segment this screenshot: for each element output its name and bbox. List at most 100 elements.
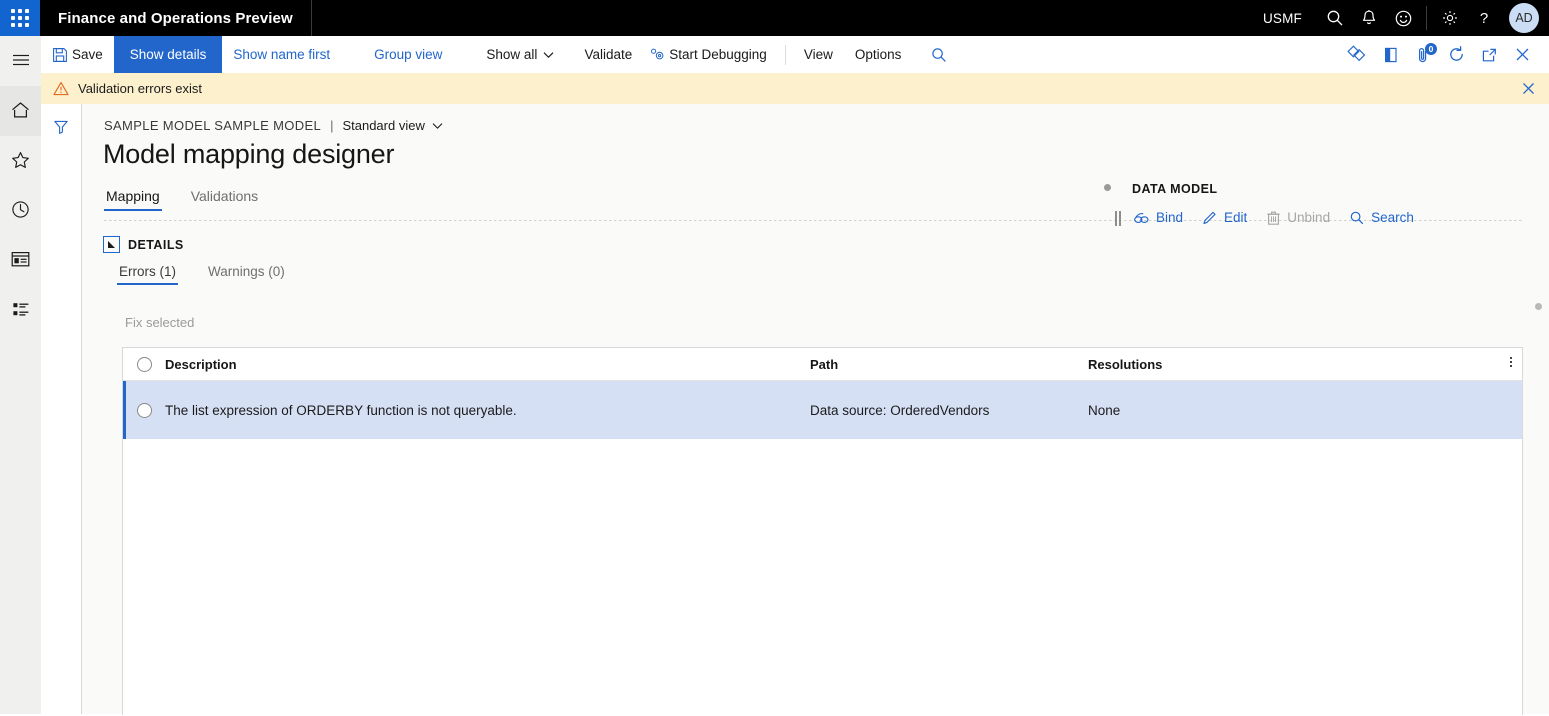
edit-pencil-icon — [1202, 210, 1218, 226]
subtab-errors-label: Errors (1) — [119, 264, 176, 279]
fix-selected-button[interactable]: Fix selected — [125, 315, 194, 330]
sidebar-item-modules[interactable] — [0, 286, 41, 336]
details-section-header[interactable]: DETAILS — [103, 236, 184, 253]
column-header-path[interactable]: Path — [810, 357, 1088, 372]
search-button[interactable]: Search — [1349, 210, 1414, 226]
sidebar-item-workspaces[interactable] — [0, 236, 41, 286]
topnav-icon-divider — [1426, 6, 1427, 30]
help-question-icon[interactable]: ? — [1467, 0, 1501, 36]
cell-description: The list expression of ORDERBY function … — [165, 402, 517, 418]
show-name-first-label: Show name first — [233, 46, 331, 62]
message-bar-text: Validation errors exist — [78, 81, 203, 96]
topnav-right-group: USMF ? AD — [1263, 0, 1549, 36]
sidebar-item-favorites[interactable] — [0, 136, 41, 186]
action-pane-right-icons: 0 — [1341, 36, 1549, 73]
modules-list-icon — [11, 300, 31, 322]
sidebar-item-recent[interactable] — [0, 186, 41, 236]
unbind-trash-icon — [1266, 210, 1281, 226]
validate-button[interactable]: Validate — [573, 36, 643, 73]
options-label: Options — [854, 46, 902, 62]
bind-button[interactable]: Bind — [1133, 211, 1183, 225]
radio-icon — [136, 402, 152, 418]
message-bar-close-icon[interactable] — [1520, 80, 1549, 97]
filter-pane-strip — [41, 104, 82, 714]
breadcrumb-model-name: SAMPLE MODEL SAMPLE MODEL — [104, 118, 322, 133]
show-details-tab[interactable]: Show details — [113, 36, 223, 73]
toolbar-gripper-handle[interactable] — [1115, 210, 1121, 226]
grid-empty-area — [123, 439, 1522, 716]
subtab-warnings-label: Warnings (0) — [208, 264, 285, 279]
grid-options-kebab-icon[interactable] — [1510, 357, 1512, 367]
content-area: SAMPLE MODEL SAMPLE MODEL | Standard vie… — [82, 104, 1549, 716]
options-menu-button[interactable]: Options — [844, 36, 913, 73]
close-page-icon[interactable] — [1506, 36, 1539, 73]
unbind-button-label: Unbind — [1287, 210, 1331, 226]
save-disk-icon — [52, 47, 68, 63]
action-pane-search-icon[interactable] — [922, 36, 955, 73]
filter-funnel-icon[interactable] — [41, 109, 81, 145]
unbind-button: Unbind — [1266, 210, 1330, 226]
personalize-diamond-icon[interactable] — [1341, 36, 1374, 73]
view-label: View — [803, 46, 833, 62]
app-launcher-waffle-icon[interactable] — [0, 0, 40, 36]
refresh-icon[interactable] — [1440, 36, 1473, 73]
edit-button-label: Edit — [1224, 210, 1248, 226]
show-name-first-tab[interactable]: Show name first — [222, 36, 341, 73]
search-button-label: Search — [1371, 210, 1414, 226]
subtab-warnings[interactable]: Warnings (0) — [206, 264, 287, 285]
view-selector-label[interactable]: Standard view — [342, 118, 424, 133]
panel-resize-dot[interactable] — [1104, 184, 1111, 191]
column-header-resolutions[interactable]: Resolutions — [1088, 357, 1522, 372]
app-title: Finance and Operations Preview — [58, 9, 293, 27]
warning-triangle-icon — [53, 81, 69, 96]
open-in-new-window-icon[interactable] — [1473, 36, 1506, 73]
user-avatar[interactable]: AD — [1509, 3, 1539, 33]
row-select-radio[interactable] — [123, 402, 165, 418]
search-icon[interactable] — [1318, 0, 1352, 36]
panel-resize-dot-right[interactable] — [1535, 303, 1542, 310]
action-pane-divider — [784, 44, 786, 65]
column-header-description[interactable]: Description — [165, 357, 810, 372]
data-model-title: DATA MODEL — [1132, 182, 1218, 196]
action-pane: Save Show details Show name first Group … — [41, 36, 1549, 74]
app-window: Finance and Operations Preview USMF ? AD — [0, 0, 1549, 716]
details-expander-icon[interactable] — [103, 236, 120, 253]
notifications-bell-icon[interactable] — [1352, 0, 1386, 36]
page-tabs: Mapping Validations — [104, 188, 287, 211]
workspaces-icon — [10, 250, 31, 272]
settings-gear-icon[interactable] — [1433, 0, 1467, 36]
tab-mapping[interactable]: Mapping — [104, 188, 162, 211]
bind-button-label: Bind — [1156, 210, 1184, 226]
subtab-errors[interactable]: Errors (1) — [117, 264, 178, 285]
attachments-icon[interactable]: 0 — [1407, 36, 1440, 73]
cell-resolutions: None — [1088, 402, 1121, 418]
validate-label: Validate — [584, 46, 633, 62]
message-bar: Validation errors exist — [41, 73, 1549, 105]
tab-validations[interactable]: Validations — [189, 188, 260, 211]
tab-validations-label: Validations — [190, 188, 259, 204]
radio-icon — [136, 356, 152, 372]
select-all-radio[interactable] — [123, 356, 165, 372]
start-debugging-button[interactable]: Start Debugging — [643, 36, 778, 73]
edit-button[interactable]: Edit — [1202, 210, 1247, 226]
table-row[interactable]: The list expression of ORDERBY function … — [123, 381, 1522, 439]
group-view-button[interactable]: Group view — [363, 36, 453, 73]
topnav-divider — [310, 0, 312, 36]
open-in-office-icon[interactable] — [1374, 36, 1407, 73]
hamburger-menu-icon — [11, 52, 31, 71]
navigation-rail — [0, 36, 42, 714]
home-icon — [10, 100, 31, 123]
save-button[interactable]: Save — [41, 36, 114, 73]
feedback-smiley-icon[interactable] — [1386, 0, 1420, 36]
sidebar-item-hamburger-menu[interactable] — [0, 36, 41, 86]
data-model-toolbar: Bind Edit Unbind Search — [1115, 210, 1433, 226]
sidebar-item-home[interactable] — [0, 86, 41, 136]
details-section-label: DETAILS — [128, 237, 184, 252]
group-view-label: Group view — [374, 46, 443, 62]
view-menu-button[interactable]: View — [793, 36, 844, 73]
show-all-dropdown[interactable]: Show all — [475, 36, 565, 73]
view-selector-chevron-down-icon[interactable] — [432, 122, 443, 130]
top-navigation-bar: Finance and Operations Preview USMF ? AD — [0, 0, 1549, 36]
breadcrumb-separator: | — [330, 118, 334, 133]
company-selector[interactable]: USMF — [1263, 11, 1302, 26]
